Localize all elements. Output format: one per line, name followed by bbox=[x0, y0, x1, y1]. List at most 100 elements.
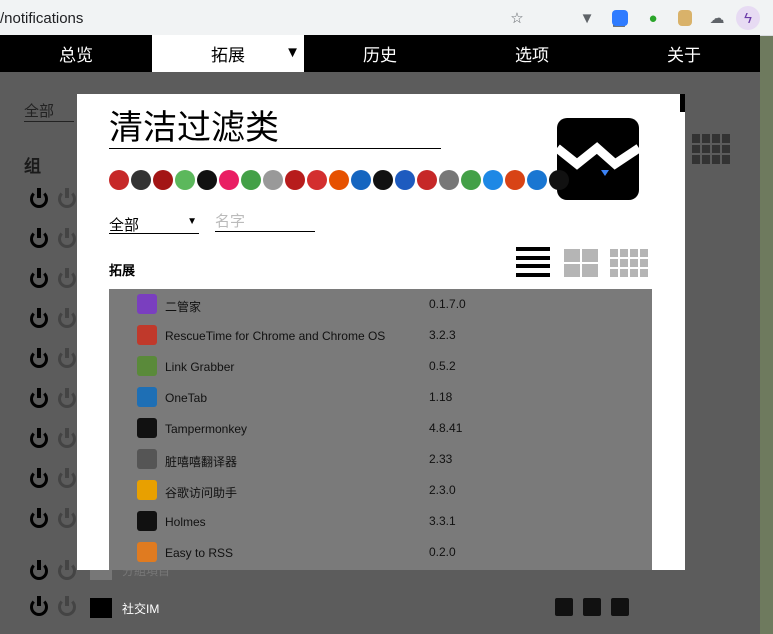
extension-icon[interactable] bbox=[285, 170, 305, 190]
power-icon[interactable] bbox=[30, 468, 48, 488]
tab-options[interactable]: 选项 bbox=[456, 35, 608, 72]
tab-label: 关于 bbox=[667, 46, 701, 65]
power-icon[interactable] bbox=[30, 560, 48, 580]
power-icon[interactable] bbox=[30, 348, 48, 368]
extension-version: 2.3.0 bbox=[429, 483, 456, 497]
name-search-input[interactable] bbox=[215, 212, 315, 232]
extension-icon[interactable] bbox=[461, 170, 481, 190]
power-icon[interactable] bbox=[30, 268, 48, 288]
power-off-icon[interactable] bbox=[58, 428, 76, 448]
extension-row[interactable]: Link Grabber 0.5.2 bbox=[109, 356, 652, 380]
power-icon[interactable] bbox=[30, 428, 48, 448]
power-off-icon[interactable] bbox=[58, 228, 76, 248]
extension-row[interactable]: Holmes 3.3.1 bbox=[109, 511, 652, 535]
erguanjia-ext-icon[interactable]: ϟ bbox=[736, 6, 760, 30]
group-title[interactable]: 清洁过滤类 bbox=[109, 108, 441, 149]
compact-grid-view-icon[interactable] bbox=[610, 249, 648, 277]
holmes-icon bbox=[137, 511, 157, 531]
extension-row[interactable]: 二管家 0.1.7.0 bbox=[109, 294, 652, 318]
extension-icon[interactable] bbox=[417, 170, 437, 190]
filter-select[interactable]: 全部 ▼ bbox=[109, 214, 199, 234]
extension-icon[interactable] bbox=[197, 170, 217, 190]
extension-icon[interactable] bbox=[219, 170, 239, 190]
group-detail-modal: 清洁过滤类 全部 ▼ 拓展 二管家 0.1.7.0 RescueTime for C… bbox=[77, 94, 685, 570]
power-off-icon[interactable] bbox=[58, 388, 76, 408]
power-icon[interactable] bbox=[30, 388, 48, 408]
grid-view-icon[interactable] bbox=[564, 249, 598, 277]
power-off-icon[interactable] bbox=[58, 468, 76, 488]
extension-version: 0.1.7.0 bbox=[429, 297, 466, 311]
extension-icon[interactable] bbox=[439, 170, 459, 190]
tab-about[interactable]: 关于 bbox=[608, 35, 760, 72]
power-icon[interactable] bbox=[30, 596, 48, 616]
extension-version: 3.2.3 bbox=[429, 328, 456, 342]
extension-icon[interactable] bbox=[329, 170, 349, 190]
gear-icon[interactable] bbox=[583, 598, 601, 616]
extension-icon[interactable] bbox=[549, 170, 569, 190]
notes-ext-icon[interactable] bbox=[678, 10, 692, 26]
background-filter-select[interactable]: 全部 bbox=[24, 100, 74, 122]
power-icon[interactable] bbox=[30, 508, 48, 528]
tab-label: 拓展 bbox=[211, 46, 245, 65]
extension-icon[interactable] bbox=[175, 170, 195, 190]
tab-history[interactable]: 历史 bbox=[304, 35, 456, 72]
extension-name: 谷歌访问助手 bbox=[165, 486, 238, 500]
extension-icon[interactable] bbox=[395, 170, 415, 190]
extension-icon[interactable] bbox=[483, 170, 503, 190]
extension-icon[interactable] bbox=[505, 170, 525, 190]
extension-icon[interactable] bbox=[307, 170, 327, 190]
extension-icon[interactable] bbox=[241, 170, 261, 190]
power-off-icon[interactable] bbox=[58, 308, 76, 328]
rescuetime-icon bbox=[137, 325, 157, 345]
extension-icon[interactable] bbox=[263, 170, 283, 190]
erguanjia-icon bbox=[137, 294, 157, 314]
extension-name: Link Grabber bbox=[165, 360, 235, 374]
extension-icon[interactable] bbox=[351, 170, 371, 190]
power-off-icon[interactable] bbox=[58, 268, 76, 288]
star-icon[interactable]: ☆ bbox=[508, 9, 526, 27]
group-row: 社交IM bbox=[30, 596, 760, 620]
address-bar[interactable]: /notifications bbox=[0, 10, 83, 27]
power-icon[interactable] bbox=[30, 228, 48, 248]
extension-icon[interactable] bbox=[131, 170, 151, 190]
list-view-icon[interactable] bbox=[516, 247, 550, 277]
power-off-icon[interactable] bbox=[58, 560, 76, 580]
group-tools bbox=[555, 598, 629, 616]
extension-row[interactable]: Easy to RSS 0.2.0 bbox=[109, 542, 652, 566]
power-off-icon[interactable] bbox=[58, 348, 76, 368]
tab-overview[interactable]: 总览 bbox=[0, 35, 152, 72]
evernote-ext-icon[interactable]: ● bbox=[644, 9, 662, 27]
extension-row[interactable]: 谷歌访问助手 2.3.0 bbox=[109, 480, 652, 504]
extension-name: RescueTime for Chrome and Chrome OS bbox=[165, 329, 386, 343]
extension-icon[interactable] bbox=[109, 170, 129, 190]
extension-row[interactable]: Tampermonkey 4.8.41 bbox=[109, 418, 652, 442]
extension-row[interactable]: RescueTime for Chrome and Chrome OS 3.2.3 bbox=[109, 325, 652, 349]
power-off-icon[interactable] bbox=[58, 596, 76, 616]
power-off-icon[interactable] bbox=[58, 508, 76, 528]
power-icon[interactable] bbox=[30, 188, 48, 208]
grid-view-icon[interactable] bbox=[692, 134, 730, 164]
extension-list: 二管家 0.1.7.0 RescueTime for Chrome and Chro… bbox=[109, 289, 652, 570]
extension-icon[interactable] bbox=[527, 170, 547, 190]
blue-ext-icon[interactable] bbox=[612, 10, 628, 26]
power-off-icon[interactable] bbox=[58, 188, 76, 208]
modal-close-handle[interactable] bbox=[680, 94, 685, 112]
copy-icon[interactable] bbox=[555, 598, 573, 616]
group-logo bbox=[90, 598, 112, 618]
group-extension-icons bbox=[109, 170, 569, 190]
vivaldi-ext-icon[interactable]: ▼ bbox=[578, 9, 596, 27]
tab-extensions[interactable]: 拓展 ▼ bbox=[152, 35, 304, 72]
main-nav: 总览 拓展 ▼ 历史 选项 关于 bbox=[0, 35, 760, 72]
dropdown-arrow-icon: ▼ bbox=[187, 216, 197, 227]
trash-icon[interactable] bbox=[611, 598, 629, 616]
extension-version: 4.8.41 bbox=[429, 421, 463, 435]
extension-row[interactable]: OneTab 1.18 bbox=[109, 387, 652, 411]
group-logo-icon[interactable] bbox=[557, 118, 639, 200]
extension-name: Holmes bbox=[165, 515, 206, 529]
extension-icon[interactable] bbox=[153, 170, 173, 190]
cloud-ext-icon[interactable]: ☁ bbox=[708, 9, 726, 27]
group-label: 社交IM bbox=[122, 602, 160, 616]
extension-row[interactable]: 脏嘻嘻翻译器 2.33 bbox=[109, 449, 652, 473]
extension-icon[interactable] bbox=[373, 170, 393, 190]
power-icon[interactable] bbox=[30, 308, 48, 328]
